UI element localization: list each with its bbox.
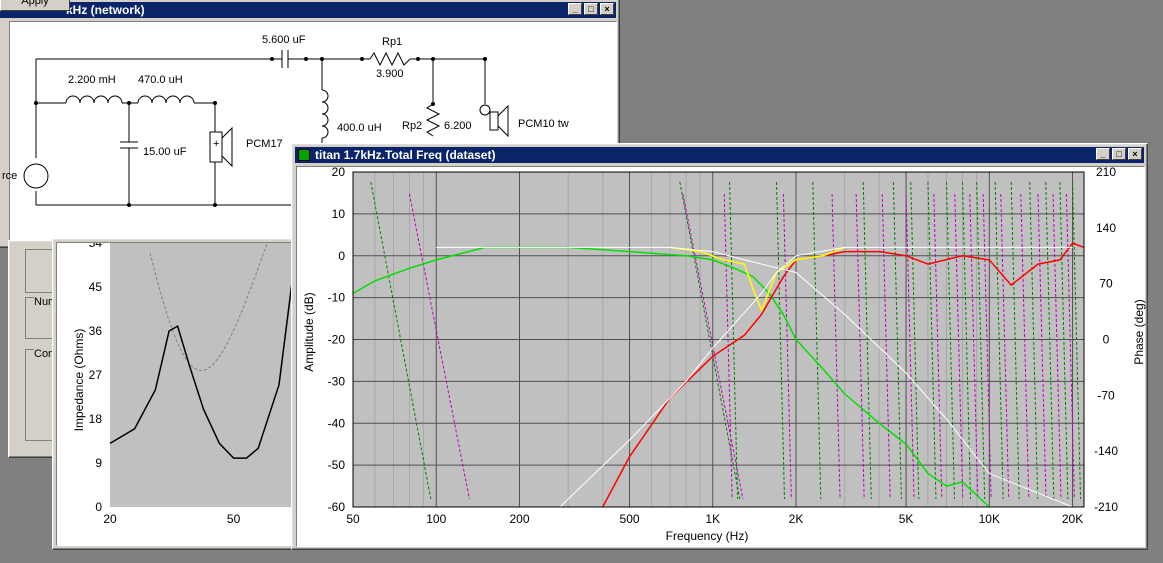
freq-x-tick-label: 100: [426, 512, 446, 526]
freq-window-titlebar[interactable]: titan 1.7kHz.Total Freq (dataset) _ □ ×: [295, 147, 1144, 163]
freq-x-tick-label: 200: [509, 512, 529, 526]
minimize-icon[interactable]: _: [1096, 148, 1110, 160]
impedance-y-tick-label: 36: [89, 324, 103, 338]
impedance-x-tick-label: 50: [227, 512, 241, 526]
freq-plot-area: 50 100 200 500 1K 2K 5K 10K 20K 20 10 0 -10 -20 -30 -40…: [296, 166, 1146, 547]
c2-label: 15.00 uF: [143, 146, 187, 158]
freq-y-tick-label: -50: [328, 458, 346, 472]
freq-x-tick-label: 2K: [789, 512, 804, 526]
impedance-x-tick-label: 20: [103, 512, 117, 526]
impedance-ylabel: Impedance (Ohms): [72, 328, 86, 432]
source-label: rce: [2, 170, 18, 182]
impedance-y-tick-label: 45: [89, 280, 103, 294]
side-panel: Num Com: [8, 240, 58, 458]
c1-label: 5.600 uF: [262, 34, 306, 46]
close-icon[interactable]: ×: [1128, 148, 1142, 160]
freq-x-tick-label: 10K: [979, 512, 1000, 526]
freq-xlabel: Frequency (Hz): [665, 529, 749, 543]
freq-window: titan 1.7kHz.Total Freq (dataset) _ □ × …: [291, 143, 1148, 550]
tweeter-label: PCM10 tw: [518, 118, 569, 130]
freq-y-tick-label: -40: [328, 416, 346, 430]
impedance-y-tick-label: 0: [95, 500, 102, 514]
impedance-y-tick-label: 9: [95, 456, 102, 470]
freq-y2-tick-label: 70: [1099, 277, 1113, 291]
maximize-icon[interactable]: □: [584, 3, 598, 15]
freq-window-title: titan 1.7kHz.Total Freq (dataset): [315, 148, 496, 162]
frequency-chart: 50 100 200 500 1K 2K 5K 10K 20K20100-10-20-30-40…: [328, 167, 1119, 526]
freq-y2-tick-label: 0: [1103, 333, 1110, 347]
freq-ylabel: Amplitude (dB): [302, 292, 316, 372]
freq-y-tick-label: -30: [328, 374, 346, 388]
freq-y2-tick-label: 210: [1096, 167, 1116, 179]
freq-y2-tick-label: -70: [1097, 388, 1115, 402]
impedance-window: 0 9 18 27 36 45 54 20 50 Impedance (Ohms): [52, 238, 302, 550]
network-window-titlebar[interactable]: kHz (network) _ □ ×: [0, 2, 616, 18]
impedance-chart: 0 9 18 27 36 45 54 20 50: [89, 243, 297, 526]
freq-y-tick-label: 10: [332, 207, 346, 221]
l3-label: 400.0 uH: [337, 122, 382, 134]
rp2-name-label: Rp2: [402, 120, 423, 132]
woofer-label: PCM17: [246, 138, 283, 150]
l2-label: 470.0 uH: [138, 74, 183, 86]
minimize-icon[interactable]: _: [568, 3, 582, 15]
freq-y2-tick-label: -210: [1094, 500, 1118, 514]
freq-y2-tick-label: 140: [1096, 221, 1116, 235]
impedance-plot-area: 0 9 18 27 36 45 54 20 50 Impedance (Ohms): [56, 242, 298, 546]
rp2-value-label: 6.200: [444, 120, 472, 132]
impedance-plot-bg: [110, 243, 297, 507]
rp1-value-label: 3.900: [376, 68, 404, 80]
impedance-y-tick-label: 54: [89, 243, 103, 250]
freq-x-tick-label: 5K: [899, 512, 914, 526]
network-window-title: kHz (network): [66, 3, 145, 17]
freq-y-tick-label: -60: [328, 500, 346, 514]
apply-button[interactable]: Apply: [0, 0, 70, 11]
woofer-plus-sign: +: [213, 138, 220, 150]
freq-y-tick-label: -20: [328, 333, 346, 347]
freq-y2-tick-label: -140: [1094, 444, 1118, 458]
freq-y-tick-label: 20: [332, 167, 346, 179]
impedance-y-tick-label: 18: [89, 412, 103, 426]
freq-y-tick-label: 0: [338, 249, 345, 263]
close-icon[interactable]: ×: [600, 3, 614, 15]
l1-label: 2.200 mH: [68, 74, 116, 86]
maximize-icon[interactable]: □: [1112, 148, 1126, 160]
freq-x-tick-label: 20K: [1062, 512, 1083, 526]
freq-x-tick-label: 500: [620, 512, 640, 526]
freq-x-tick-label: 50: [346, 512, 360, 526]
freq-x-tick-label: 1K: [705, 512, 720, 526]
freq-y2label: Phase (deg): [1132, 299, 1146, 365]
freq-y-tick-label: -10: [328, 291, 346, 305]
impedance-y-tick-label: 27: [89, 368, 103, 382]
app-icon: [298, 149, 310, 161]
rp1-name-label: Rp1: [382, 36, 403, 48]
